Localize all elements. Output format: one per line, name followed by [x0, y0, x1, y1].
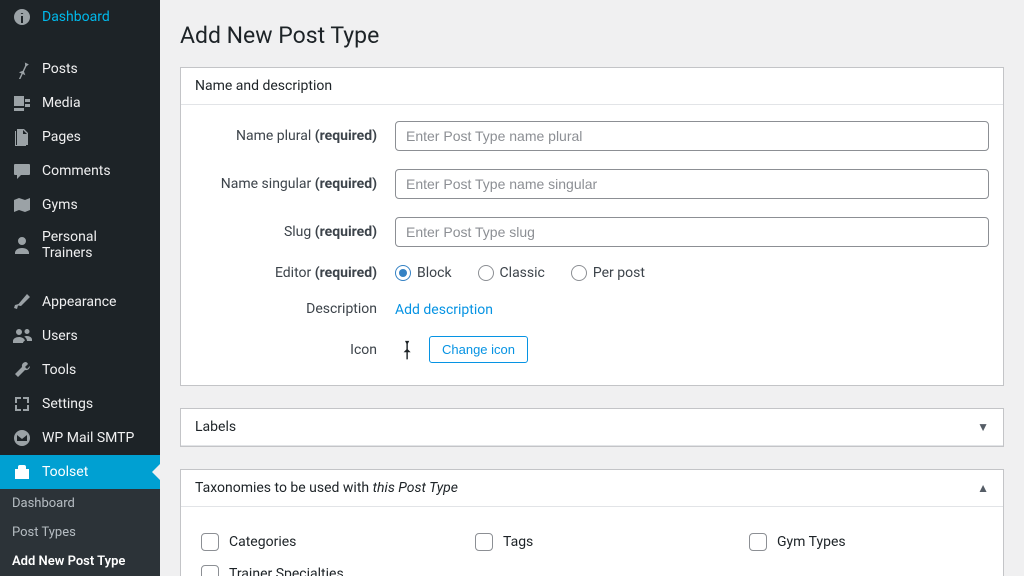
chevron-up-icon: ▲	[977, 481, 989, 495]
sidebar-item-label: Personal Trainers	[42, 229, 148, 261]
checkbox-icon	[475, 533, 493, 551]
admin-sidebar: Dashboard Posts Media Pages Comments Gym…	[0, 0, 160, 576]
sidebar-item-label: Gyms	[42, 197, 148, 213]
dashboard-icon	[12, 7, 32, 27]
submenu-item-add-new-post-type[interactable]: Add New Post Type	[0, 547, 160, 576]
panel-title: Name and description	[195, 78, 332, 94]
submenu-item-dashboard[interactable]: Dashboard	[0, 489, 160, 518]
wrench-icon	[12, 360, 32, 380]
chevron-down-icon: ▼	[977, 420, 989, 434]
radio-icon	[571, 265, 587, 281]
comment-icon	[12, 161, 32, 181]
editor-radio-classic[interactable]: Classic	[478, 265, 545, 281]
map-icon	[12, 195, 32, 215]
sidebar-item-dashboard[interactable]: Dashboard	[0, 0, 160, 34]
name-plural-input[interactable]	[395, 121, 989, 151]
sidebar-item-label: Media	[42, 95, 148, 111]
name-plural-label: Name plural (required)	[195, 128, 395, 144]
sidebar-item-label: Tools	[42, 362, 148, 378]
toolset-icon	[12, 462, 32, 482]
users-icon	[12, 326, 32, 346]
sidebar-item-appearance[interactable]: Appearance	[0, 285, 160, 319]
slug-input[interactable]	[395, 217, 989, 247]
slug-label: Slug (required)	[195, 224, 395, 240]
sidebar-item-media[interactable]: Media	[0, 86, 160, 120]
sidebar-item-label: Pages	[42, 129, 148, 145]
mail-icon	[12, 428, 32, 448]
sidebar-item-label: Toolset	[42, 464, 148, 480]
panel-labels: Labels ▼	[180, 408, 1004, 447]
description-label: Description	[195, 301, 395, 317]
taxonomy-checkbox-gym-types[interactable]: Gym Types	[749, 533, 983, 551]
page-icon	[12, 127, 32, 147]
panel-title: Labels	[195, 419, 236, 435]
panel-header-labels[interactable]: Labels ▼	[181, 409, 1003, 446]
main-content: Add New Post Type Name and description N…	[160, 0, 1024, 576]
radio-icon	[478, 265, 494, 281]
panel-header-taxonomies[interactable]: Taxonomies to be used with this Post Typ…	[181, 470, 1003, 507]
toolset-submenu: Dashboard Post Types Add New Post Type	[0, 489, 160, 576]
sidebar-item-comments[interactable]: Comments	[0, 154, 160, 188]
sidebar-item-label: Users	[42, 328, 148, 344]
checkbox-icon	[749, 533, 767, 551]
sidebar-item-users[interactable]: Users	[0, 319, 160, 353]
taxonomy-checkbox-tags[interactable]: Tags	[475, 533, 709, 551]
panel-name-description: Name and description Name plural (requir…	[180, 67, 1004, 386]
sidebar-item-wp-mail-smtp[interactable]: WP Mail SMTP	[0, 421, 160, 455]
panel-taxonomies: Taxonomies to be used with this Post Typ…	[180, 469, 1004, 576]
radio-icon	[395, 265, 411, 281]
brush-icon	[12, 292, 32, 312]
settings-icon	[12, 394, 32, 414]
name-singular-input[interactable]	[395, 169, 989, 199]
sidebar-item-label: Dashboard	[42, 9, 148, 25]
pin-icon	[395, 338, 415, 362]
taxonomy-checkbox-categories[interactable]: Categories	[201, 533, 435, 551]
editor-radio-block[interactable]: Block	[395, 265, 452, 281]
name-singular-label: Name singular (required)	[195, 176, 395, 192]
checkbox-icon	[201, 565, 219, 576]
icon-label: Icon	[195, 342, 395, 358]
editor-label: Editor (required)	[195, 265, 395, 281]
panel-header-name[interactable]: Name and description	[181, 68, 1003, 105]
sidebar-item-toolset[interactable]: Toolset	[0, 455, 160, 489]
sidebar-item-pages[interactable]: Pages	[0, 120, 160, 154]
sidebar-item-tools[interactable]: Tools	[0, 353, 160, 387]
sidebar-item-label: Comments	[42, 163, 148, 179]
checkbox-icon	[201, 533, 219, 551]
add-description-link[interactable]: Add description	[395, 302, 493, 318]
editor-radio-per-post[interactable]: Per post	[571, 265, 645, 281]
change-icon-button[interactable]: Change icon	[429, 336, 528, 363]
sidebar-item-settings[interactable]: Settings	[0, 387, 160, 421]
sidebar-item-label: Posts	[42, 61, 148, 77]
sidebar-item-posts[interactable]: Posts	[0, 52, 160, 86]
page-title: Add New Post Type	[180, 22, 1004, 49]
user-icon	[12, 235, 32, 255]
sidebar-item-personal-trainers[interactable]: Personal Trainers	[0, 222, 160, 268]
submenu-item-post-types[interactable]: Post Types	[0, 518, 160, 547]
sidebar-item-gyms[interactable]: Gyms	[0, 188, 160, 222]
sidebar-item-label: Appearance	[42, 294, 148, 310]
media-icon	[12, 93, 32, 113]
panel-title: Taxonomies to be used with this Post Typ…	[195, 480, 458, 496]
pin-icon	[12, 59, 32, 79]
taxonomy-checkbox-trainer-specialties[interactable]: Trainer Specialties	[201, 565, 435, 576]
sidebar-item-label: Settings	[42, 396, 148, 412]
sidebar-item-label: WP Mail SMTP	[42, 430, 148, 446]
